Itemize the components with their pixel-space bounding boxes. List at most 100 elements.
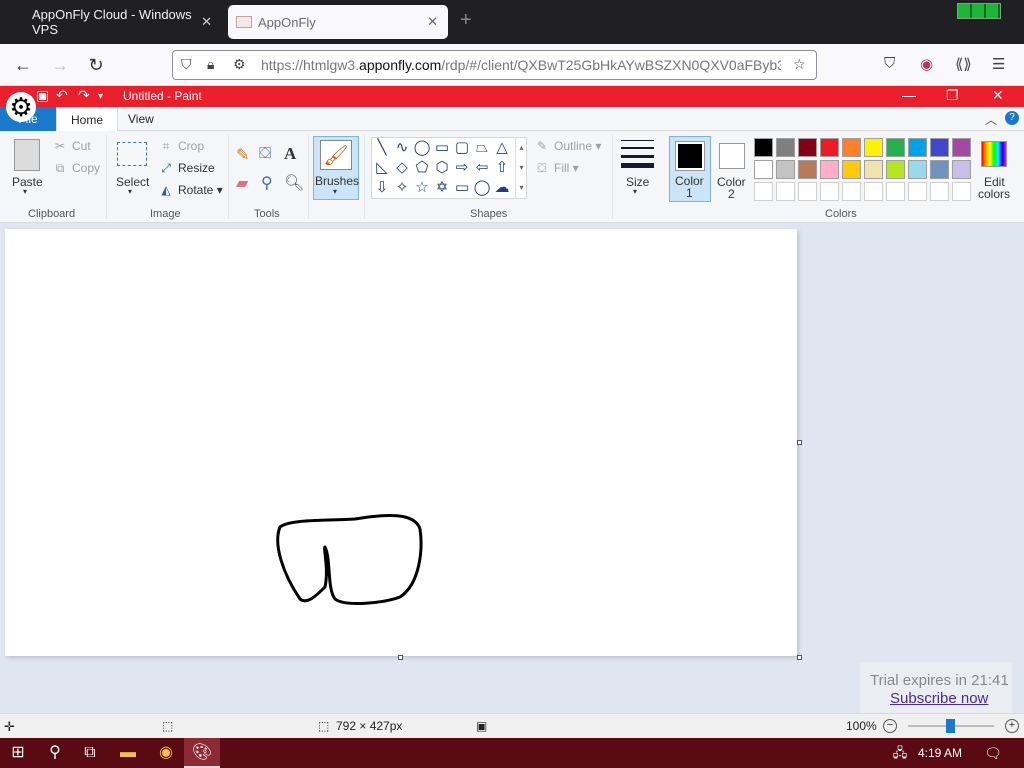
resize-handle-right[interactable] [797,440,802,445]
bookmark-star-icon[interactable]: ☆ [793,56,806,73]
custom-color-swatch[interactable] [930,182,949,201]
color-swatch[interactable] [820,160,839,179]
diamond-shape-icon[interactable]: ◇ [392,158,412,178]
custom-color-swatch[interactable] [864,182,883,201]
custom-color-swatch[interactable] [820,182,839,201]
eraser-icon[interactable]: ▰ [236,173,248,193]
color-swatch[interactable] [842,160,861,179]
task-view-icon[interactable]: ⧉ [72,738,108,768]
rectangle-shape-icon[interactable]: ▭ [432,138,452,158]
six-point-star-shape-icon[interactable]: ✡ [432,178,452,198]
callout-rect-shape-icon[interactable]: ▭ [452,178,472,198]
windows-start-icon[interactable]: ⊞ [0,738,36,768]
pentagon-shape-icon[interactable]: ⬠ [412,158,432,178]
undo-icon[interactable]: ↶ [56,87,68,104]
chevron-down-icon[interactable]: ▾ [633,187,637,196]
outline-button[interactable]: ✎ Outline ▾ [534,139,601,153]
pocket-icon[interactable]: ⛉ [884,55,895,72]
rounded-rectangle-shape-icon[interactable]: ▢ [452,138,472,158]
select-button[interactable]: Select [116,175,149,189]
color-swatch[interactable] [930,138,949,157]
color2-swatch[interactable] [719,143,745,169]
paste-icon[interactable] [14,139,40,171]
line-shape-icon[interactable]: ╲ [372,138,392,158]
color-swatch[interactable] [908,160,927,179]
tab-home[interactable]: Home [56,107,119,132]
save-icon[interactable]: ▣ [36,87,49,104]
close-window-icon[interactable]: ✕ [992,87,1004,104]
custom-color-swatch[interactable] [908,182,927,201]
color-swatch[interactable] [754,160,773,179]
up-arrow-shape-icon[interactable]: ⇧ [492,158,512,178]
paste-button[interactable]: Paste [12,175,43,189]
right-triangle-shape-icon[interactable]: ◺ [372,158,392,178]
help-icon[interactable]: ? [1005,111,1019,125]
browser-tab-apponfly-cloud[interactable]: AppOnFly Cloud - Windows VPS ✕ [10,5,220,39]
color-swatch[interactable] [842,138,861,157]
minimize-icon[interactable]: — [902,87,916,103]
hexagon-shape-icon[interactable]: ⬡ [432,158,452,178]
lock-icon[interactable]: 🔒︎ [207,56,214,73]
rotate-button[interactable]: ◭ Rotate ▾ [158,183,222,197]
reload-icon[interactable]: ↻ [83,53,109,77]
account-icon[interactable]: ◉ [920,55,933,73]
customize-qat-icon[interactable]: ▾ [98,91,103,102]
custom-color-swatch[interactable] [842,182,861,201]
maximize-icon[interactable]: ❐ [946,87,959,104]
address-bar[interactable]: ⛉ 🔒︎ ⚙ https://htmlgw3.apponfly.com/rdp/… [172,50,817,80]
chrome-icon[interactable]: ◉ [148,738,184,768]
callout-cloud-shape-icon[interactable]: ☁ [492,178,512,198]
close-icon[interactable]: ✕ [427,14,438,30]
size-button[interactable]: Size [626,175,649,189]
color-swatch[interactable] [798,138,817,157]
triangle-shape-icon[interactable]: △ [492,138,512,158]
new-tab-icon[interactable]: + [460,9,472,32]
color-swatch[interactable] [754,138,773,157]
gear-icon[interactable]: ⚙ [6,92,36,122]
callout-oval-shape-icon[interactable]: ◯ [472,178,492,198]
chevron-down-icon[interactable]: ▾ [23,187,27,196]
color-swatch[interactable] [864,160,883,179]
extension-icon[interactable]: ⟪⟫ [955,55,972,73]
right-arrow-shape-icon[interactable]: ⇨ [452,158,472,178]
crop-button[interactable]: ⌗ Crop [158,139,204,154]
cut-button[interactable]: ✂ Cut [52,139,91,153]
search-icon[interactable]: ⚲ [37,738,73,768]
color-swatch[interactable] [798,160,817,179]
subscribe-link[interactable]: Subscribe now [890,690,988,707]
back-icon[interactable]: ← [10,53,36,77]
magnifier-icon[interactable]: 🔍︎ [284,173,304,193]
pencil-icon[interactable]: ✎ [236,145,249,165]
polygon-shape-icon[interactable]: ⏢ [472,138,492,158]
color-swatch[interactable] [930,160,949,179]
left-arrow-shape-icon[interactable]: ⇦ [472,158,492,178]
chevron-down-icon[interactable]: ▾ [128,187,132,196]
redo-icon[interactable]: ↷ [78,87,90,104]
custom-color-swatch[interactable] [776,182,795,201]
browser-tab-apponfly[interactable]: AppOnFly ✕ [228,5,448,39]
collapse-ribbon-icon[interactable]: ︿ [985,111,997,128]
five-point-star-shape-icon[interactable]: ☆ [412,178,432,198]
four-point-star-shape-icon[interactable]: ✧ [392,178,412,198]
close-icon[interactable]: ✕ [201,14,212,30]
shield-icon[interactable]: ⛉ [181,56,192,73]
network-icon[interactable]: 🖧︎ [882,738,918,768]
menu-icon[interactable]: ☰ [992,55,1005,73]
color-swatch[interactable] [864,138,883,157]
select-icon[interactable] [117,142,147,166]
forward-icon[interactable]: → [47,53,73,77]
resize-handle-corner[interactable] [797,655,802,660]
color-swatch[interactable] [908,138,927,157]
down-arrow-shape-icon[interactable]: ⇩ [372,178,392,198]
color-swatch[interactable] [886,160,905,179]
custom-color-swatch[interactable] [754,182,773,201]
copy-button[interactable]: ⧉ Copy [52,161,100,176]
custom-color-swatch[interactable] [798,182,817,201]
brushes-button[interactable]: 🖌︎ Brushes ▾ [313,136,359,200]
zoom-slider-thumb[interactable] [946,719,955,733]
resize-handle-bottom[interactable] [398,655,403,660]
color-picker-icon[interactable]: ⚲ [261,173,273,193]
edit-colors-icon[interactable] [981,141,1007,167]
color-swatch[interactable] [952,160,971,179]
color1-button[interactable]: Color 1 [669,136,711,202]
